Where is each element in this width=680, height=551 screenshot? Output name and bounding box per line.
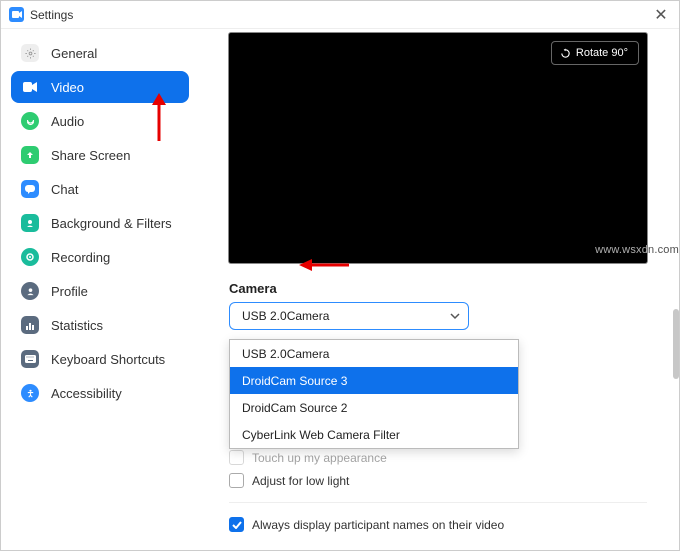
- background-icon: [21, 214, 39, 232]
- sidebar-label: Statistics: [51, 318, 103, 333]
- checkbox-unchecked[interactable]: [229, 473, 244, 488]
- profile-icon: [21, 282, 39, 300]
- checkbox-checked[interactable]: [229, 517, 244, 532]
- sidebar-label: Background & Filters: [51, 216, 172, 231]
- gear-icon: [21, 44, 39, 62]
- camera-section-title: Camera: [229, 281, 667, 296]
- touch-up-row[interactable]: Touch up my appearance: [229, 450, 667, 465]
- main-panel: Rotate 90° Camera USB 2.0Camera USB 2.0C…: [199, 29, 679, 549]
- sidebar-label: Share Screen: [51, 148, 131, 163]
- window-title: Settings: [30, 8, 73, 22]
- sidebar-label: Accessibility: [51, 386, 122, 401]
- camera-option[interactable]: DroidCam Source 2: [230, 394, 518, 421]
- sidebar-label: Audio: [51, 114, 84, 129]
- camera-select[interactable]: USB 2.0Camera: [229, 302, 469, 330]
- sidebar-label: Profile: [51, 284, 88, 299]
- sidebar-item-share-screen[interactable]: Share Screen: [11, 139, 189, 171]
- sidebar-item-recording[interactable]: Recording: [11, 241, 189, 273]
- sidebar-label: Chat: [51, 182, 78, 197]
- title-bar: Settings ✕: [1, 1, 679, 29]
- close-button[interactable]: ✕: [651, 5, 671, 25]
- video-preview: Rotate 90°: [229, 33, 647, 263]
- rotate-label: Rotate 90°: [576, 47, 628, 59]
- chevron-down-icon: [450, 311, 460, 321]
- sidebar-item-general[interactable]: General: [11, 37, 189, 69]
- sidebar-item-statistics[interactable]: Statistics: [11, 309, 189, 341]
- scrollbar-thumb[interactable]: [673, 309, 679, 379]
- low-light-label: Adjust for low light: [252, 474, 349, 488]
- statistics-icon: [21, 316, 39, 334]
- sidebar-label: Recording: [51, 250, 110, 265]
- accessibility-icon: [21, 384, 39, 402]
- video-icon: [21, 78, 39, 96]
- camera-option[interactable]: DroidCam Source 3: [230, 367, 518, 394]
- sidebar-item-audio[interactable]: Audio: [11, 105, 189, 137]
- sidebar-item-profile[interactable]: Profile: [11, 275, 189, 307]
- touch-up-label: Touch up my appearance: [252, 451, 387, 465]
- recording-icon: [21, 248, 39, 266]
- camera-option[interactable]: USB 2.0Camera: [230, 340, 518, 367]
- camera-dropdown: USB 2.0Camera DroidCam Source 3 DroidCam…: [229, 339, 519, 449]
- rotate-button[interactable]: Rotate 90°: [551, 41, 639, 65]
- sidebar-item-keyboard[interactable]: Keyboard Shortcuts: [11, 343, 189, 375]
- sidebar-item-video[interactable]: Video: [11, 71, 189, 103]
- rotate-icon: [560, 48, 571, 59]
- divider: [229, 502, 647, 503]
- low-light-row[interactable]: Adjust for low light: [229, 473, 667, 488]
- names-row[interactable]: Always display participant names on thei…: [229, 517, 667, 532]
- sidebar-item-background[interactable]: Background & Filters: [11, 207, 189, 239]
- names-label: Always display participant names on thei…: [252, 518, 504, 532]
- camera-selected-value: USB 2.0Camera: [242, 309, 450, 323]
- keyboard-icon: [21, 350, 39, 368]
- chat-icon: [21, 180, 39, 198]
- audio-icon: [21, 112, 39, 130]
- checkbox-unchecked[interactable]: [229, 450, 244, 465]
- share-screen-icon: [21, 146, 39, 164]
- sidebar-label: General: [51, 46, 97, 61]
- sidebar-item-chat[interactable]: Chat: [11, 173, 189, 205]
- camera-option[interactable]: CyberLink Web Camera Filter: [230, 421, 518, 448]
- app-icon: [9, 7, 24, 22]
- sidebar-item-accessibility[interactable]: Accessibility: [11, 377, 189, 409]
- settings-sidebar: General Video Audio Share Screen Chat Ba…: [1, 29, 199, 549]
- sidebar-label: Keyboard Shortcuts: [51, 352, 165, 367]
- sidebar-label: Video: [51, 80, 84, 95]
